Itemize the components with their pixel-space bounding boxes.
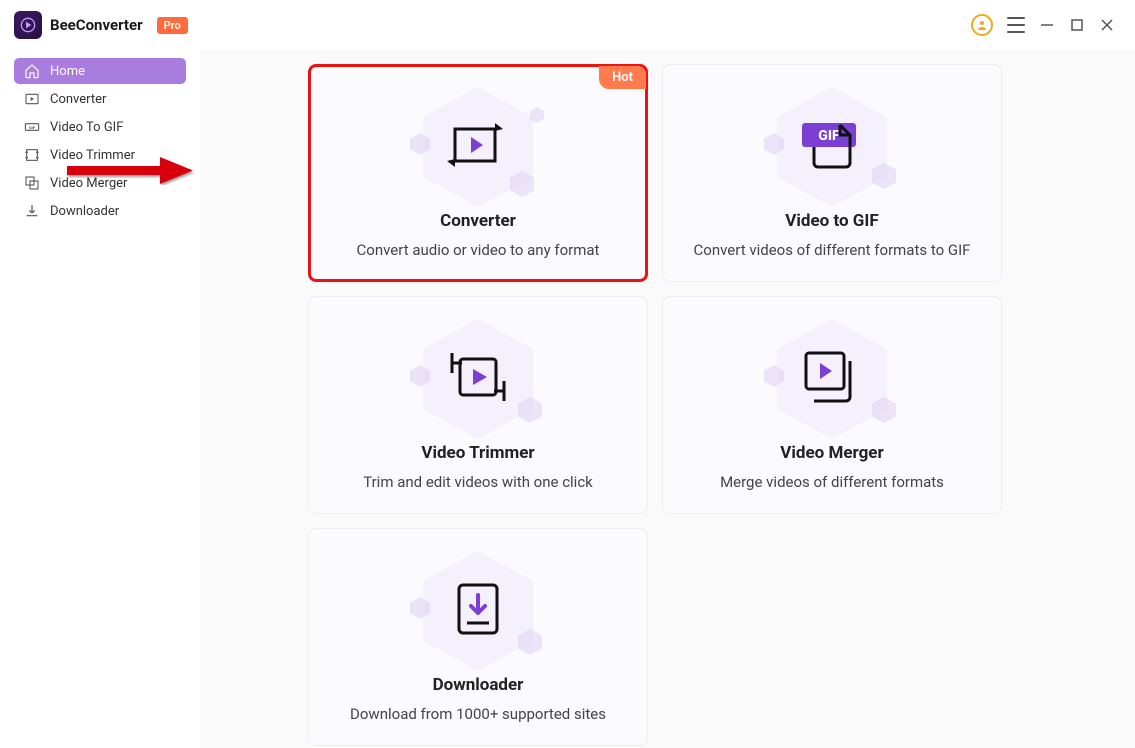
- pro-badge: Pro: [157, 17, 188, 34]
- card-desc: Trim and edit videos with one click: [363, 473, 593, 491]
- sidebar-item-label: Video To GIF: [50, 120, 123, 135]
- trimmer-icon: [24, 147, 40, 163]
- sidebar-item-home[interactable]: Home: [14, 58, 186, 84]
- trimmer-card-icon: [448, 347, 508, 411]
- app-name: BeeConverter: [50, 16, 143, 34]
- title-bar: BeeConverter Pro: [0, 0, 1135, 50]
- card-converter[interactable]: Hot Converter Convert audio or video to …: [308, 64, 648, 282]
- main-content: Hot Converter Convert audio or video to …: [200, 50, 1135, 748]
- minimize-button[interactable]: [1039, 17, 1055, 33]
- card-desc: Merge videos of different formats: [720, 473, 944, 491]
- hamburger-menu-icon[interactable]: [1007, 17, 1025, 33]
- sidebar-item-downloader[interactable]: Downloader: [14, 198, 186, 224]
- card-icon-wrap: [418, 551, 538, 671]
- app-logo-icon: [14, 11, 42, 39]
- close-button[interactable]: [1099, 17, 1115, 33]
- sidebar-item-video-to-gif[interactable]: GIF Video To GIF: [14, 114, 186, 140]
- card-downloader[interactable]: Downloader Download from 1000+ supported…: [308, 528, 648, 746]
- card-icon-wrap: [418, 319, 538, 439]
- card-desc: Convert videos of different formats to G…: [694, 241, 971, 259]
- svg-text:GIF: GIF: [29, 125, 36, 130]
- gif-icon: GIF: [24, 119, 40, 135]
- converter-icon: [24, 91, 40, 107]
- card-icon-wrap: [418, 87, 538, 207]
- svg-text:GIF: GIF: [818, 128, 840, 144]
- home-icon: [24, 63, 40, 79]
- app-logo-group: BeeConverter Pro: [14, 11, 188, 39]
- card-title: Video Merger: [780, 443, 883, 463]
- download-card-icon: [453, 581, 503, 641]
- maximize-button[interactable]: [1069, 17, 1085, 33]
- sidebar-item-label: Home: [50, 64, 85, 79]
- converter-card-icon: [447, 119, 509, 175]
- sidebar-item-video-merger[interactable]: Video Merger: [14, 170, 186, 196]
- card-icon-wrap: GIF: [772, 87, 892, 207]
- hot-badge: Hot: [599, 66, 646, 89]
- card-video-trimmer[interactable]: Video Trimmer Trim and edit videos with …: [308, 296, 648, 514]
- card-video-merger[interactable]: Video Merger Merge videos of different f…: [662, 296, 1002, 514]
- card-desc: Download from 1000+ supported sites: [350, 705, 606, 723]
- gif-card-icon: GIF: [802, 117, 862, 177]
- card-video-to-gif[interactable]: GIF Video to GIF Convert videos of diffe…: [662, 64, 1002, 282]
- merger-card-icon: [802, 349, 862, 409]
- sidebar-item-label: Downloader: [50, 204, 119, 219]
- feature-grid: Hot Converter Convert audio or video to …: [308, 64, 1111, 746]
- sidebar-item-converter[interactable]: Converter: [14, 86, 186, 112]
- card-icon-wrap: [772, 319, 892, 439]
- card-title: Video Trimmer: [421, 443, 534, 463]
- sidebar-item-label: Video Merger: [50, 176, 127, 191]
- sidebar: Home Converter GIF Video To GIF Video Tr…: [0, 50, 200, 748]
- sidebar-item-label: Converter: [50, 92, 106, 107]
- card-title: Downloader: [433, 675, 524, 695]
- card-desc: Convert audio or video to any format: [357, 241, 600, 259]
- sidebar-item-video-trimmer[interactable]: Video Trimmer: [14, 142, 186, 168]
- download-icon: [24, 203, 40, 219]
- account-icon[interactable]: [971, 14, 993, 36]
- sidebar-item-label: Video Trimmer: [50, 148, 135, 163]
- card-title: Video to GIF: [785, 211, 878, 231]
- header-controls: [971, 14, 1115, 36]
- merger-icon: [24, 175, 40, 191]
- card-title: Converter: [440, 211, 516, 231]
